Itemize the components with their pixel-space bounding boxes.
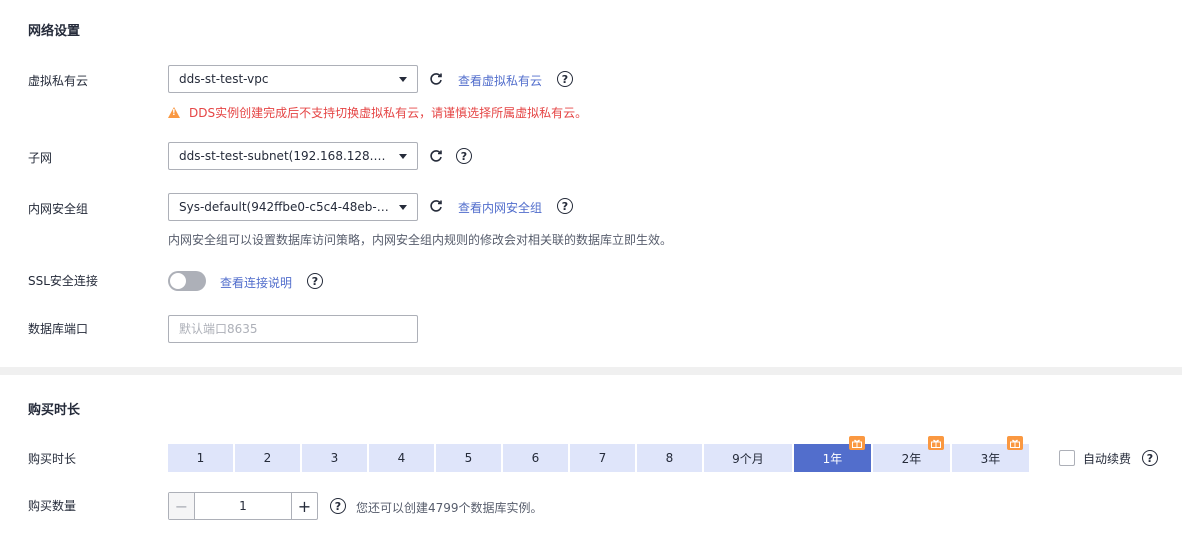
warning-icon xyxy=(168,107,180,118)
duration-option-label: 2年 xyxy=(901,451,922,466)
vpc-select-value: dds-st-test-vpc xyxy=(179,72,269,86)
duration-option[interactable]: 7 xyxy=(570,444,635,472)
duration-option-label: 1年 xyxy=(822,451,843,466)
help-icon[interactable]: ? xyxy=(307,273,323,289)
quantity-value[interactable]: 1 xyxy=(195,493,291,519)
port-label: 数据库端口 xyxy=(28,322,89,336)
duration-option[interactable]: 2 xyxy=(235,444,300,472)
toggle-knob xyxy=(170,273,186,289)
subnet-label: 子网 xyxy=(28,151,53,165)
help-icon[interactable]: ? xyxy=(456,148,472,164)
duration-option[interactable]: 4 xyxy=(369,444,434,472)
ssl-toggle[interactable] xyxy=(168,271,206,291)
vpc-select[interactable]: dds-st-test-vpc xyxy=(168,65,418,93)
gift-icon xyxy=(849,436,865,450)
security-group-select-value: Sys-default(942ffbe0-c5c4-48eb-80... xyxy=(179,200,391,214)
section-title-purchase: 购买时长 xyxy=(28,403,81,418)
duration-option[interactable]: 2年 xyxy=(873,436,950,472)
section-title-network: 网络设置 xyxy=(28,24,81,39)
decrement-button[interactable]: − xyxy=(169,493,195,519)
section-divider xyxy=(0,367,1182,375)
refresh-icon[interactable] xyxy=(428,71,444,87)
vpc-label: 虚拟私有云 xyxy=(28,74,89,88)
quantity-label: 购买数量 xyxy=(28,499,77,513)
duration-option[interactable]: 3 xyxy=(302,444,367,472)
ssl-label: SSL安全连接 xyxy=(28,274,98,288)
security-group-label: 内网安全组 xyxy=(28,202,89,216)
increment-button[interactable]: + xyxy=(291,493,317,519)
view-ssl-link[interactable]: 查看连接说明 xyxy=(220,274,292,291)
duration-option-selected[interactable]: 1年 xyxy=(794,436,871,472)
vpc-warning-text: DDS实例创建完成后不支持切换虚拟私有云，请谨慎选择所属虚拟私有云。 xyxy=(189,106,588,120)
duration-label: 购买时长 xyxy=(28,452,77,466)
duration-option[interactable]: 1 xyxy=(168,444,233,472)
security-group-select[interactable]: Sys-default(942ffbe0-c5c4-48eb-80... xyxy=(168,193,418,221)
auto-renew-checkbox[interactable] xyxy=(1059,450,1075,466)
view-security-group-link[interactable]: 查看内网安全组 xyxy=(458,199,542,216)
quantity-hint: 您还可以创建4799个数据库实例。 xyxy=(356,501,543,515)
view-vpc-link[interactable]: 查看虚拟私有云 xyxy=(458,72,542,89)
duration-option[interactable]: 5 xyxy=(436,444,501,472)
gift-icon xyxy=(1007,436,1023,450)
subnet-select-value: dds-st-test-subnet(192.168.128.0/1... xyxy=(179,149,391,163)
duration-option-label: 3年 xyxy=(980,451,1001,466)
refresh-icon[interactable] xyxy=(428,148,444,164)
refresh-icon[interactable] xyxy=(428,198,444,214)
gift-icon xyxy=(928,436,944,450)
duration-option[interactable]: 3年 xyxy=(952,436,1029,472)
duration-option[interactable]: 9个月 xyxy=(704,444,792,472)
duration-option[interactable]: 8 xyxy=(637,444,702,472)
chevron-down-icon xyxy=(399,153,407,159)
help-icon[interactable]: ? xyxy=(330,498,346,514)
duration-selector: 1 2 3 4 5 6 7 8 9个月 1年 2年 3年 xyxy=(168,436,1031,472)
help-icon[interactable]: ? xyxy=(1142,450,1158,466)
duration-option[interactable]: 6 xyxy=(503,444,568,472)
port-input[interactable] xyxy=(168,315,418,343)
quantity-stepper: − 1 + xyxy=(168,492,318,520)
help-icon[interactable]: ? xyxy=(557,71,573,87)
security-group-hint: 内网安全组可以设置数据库访问策略，内网安全组内规则的修改会对相关联的数据库立即生… xyxy=(168,233,673,247)
vpc-warning: DDS实例创建完成后不支持切换虚拟私有云，请谨慎选择所属虚拟私有云。 xyxy=(168,104,587,121)
subnet-select[interactable]: dds-st-test-subnet(192.168.128.0/1... xyxy=(168,142,418,170)
chevron-down-icon xyxy=(399,76,407,82)
auto-renew-label: 自动续费 xyxy=(1083,452,1132,466)
chevron-down-icon xyxy=(399,204,407,210)
help-icon[interactable]: ? xyxy=(557,198,573,214)
